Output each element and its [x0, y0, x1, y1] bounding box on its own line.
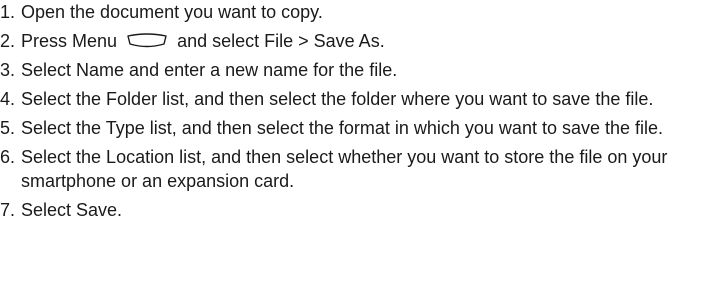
step-6: 6. Select the Location list, and then se…	[0, 145, 708, 193]
step-number: 2.	[0, 31, 16, 51]
step-number: 6.	[0, 147, 16, 167]
step-text: Select the Location list, and then selec…	[21, 147, 668, 191]
step-number: 4.	[0, 89, 16, 109]
step-text: Select Save.	[21, 200, 123, 220]
step-number: 1.	[0, 2, 16, 22]
step-text: Select Name and enter a new name for the…	[21, 60, 398, 80]
instruction-steps: 1. Open the document you want to copy. 2…	[0, 0, 708, 222]
step-2: 2. Press Menu and select File > Save As.	[0, 29, 708, 53]
step-number: 3.	[0, 60, 16, 80]
step-1: 1. Open the document you want to copy.	[0, 0, 708, 24]
step-text: Select the Type list, and then select th…	[21, 118, 664, 138]
step-text: Select the Folder list, and then select …	[21, 89, 654, 109]
step-text-before-icon: Press Menu	[21, 31, 118, 51]
menu-key-icon	[126, 31, 168, 48]
step-text-after-icon: and select File > Save As.	[177, 31, 385, 51]
step-7: 7. Select Save.	[0, 198, 708, 222]
step-number: 7.	[0, 200, 16, 220]
step-text: Open the document you want to copy.	[21, 2, 323, 22]
step-4: 4. Select the Folder list, and then sele…	[0, 87, 708, 111]
step-3: 3. Select Name and enter a new name for …	[0, 58, 708, 82]
step-5: 5. Select the Type list, and then select…	[0, 116, 708, 140]
step-number: 5.	[0, 118, 16, 138]
